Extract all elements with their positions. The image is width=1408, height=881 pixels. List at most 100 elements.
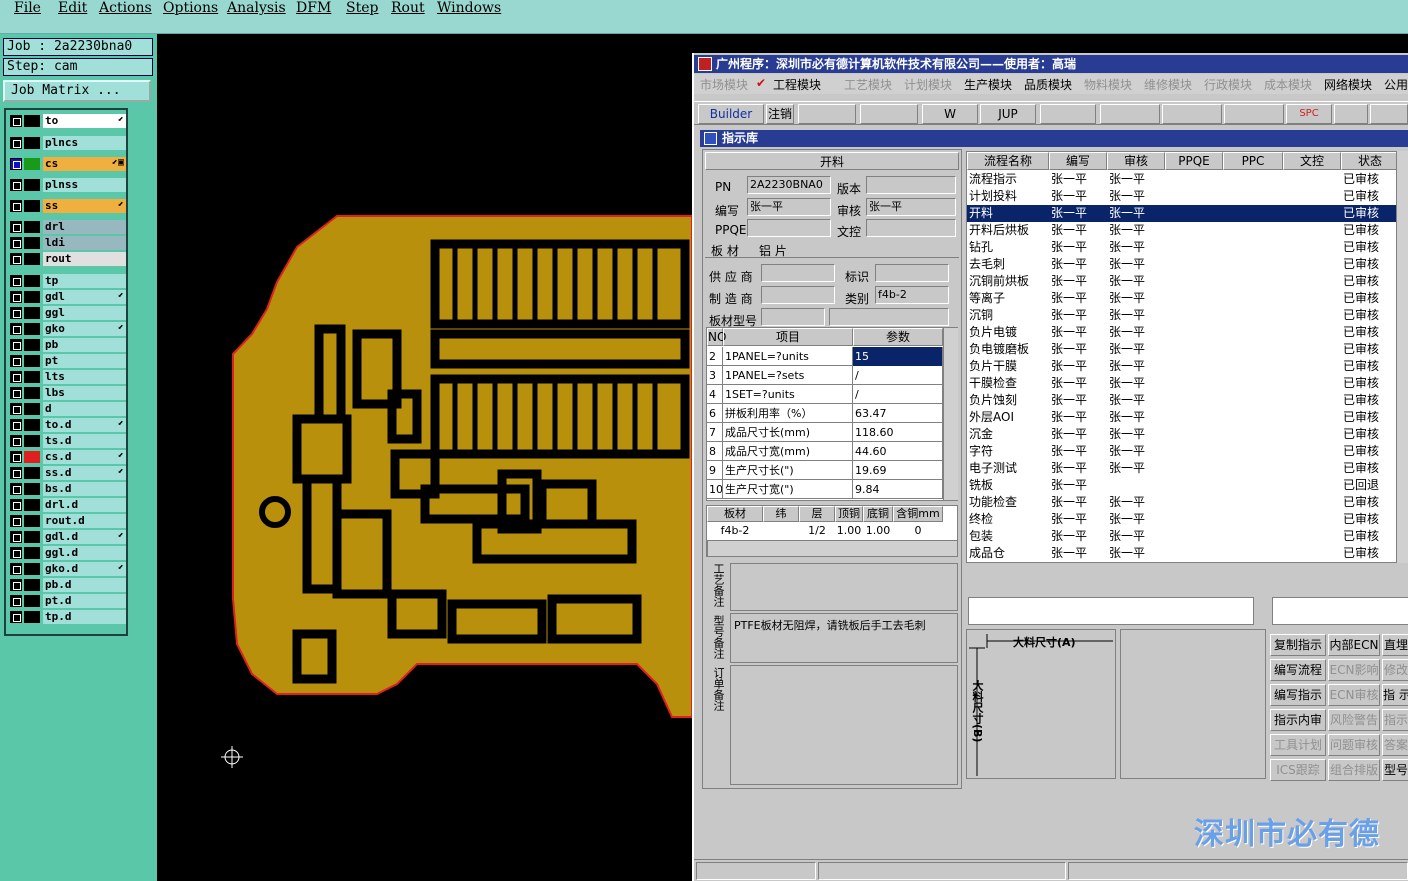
- flow-row[interactable]: 干膜检查 张一平 张一平 已审核: [967, 375, 1399, 392]
- param-scrollbar[interactable]: [943, 328, 958, 500]
- menu-windows[interactable]: Windows: [437, 0, 501, 16]
- layer-row[interactable]: to ⬋: [8, 114, 126, 128]
- layer-row[interactable]: gdl.d ⬋: [8, 530, 126, 544]
- layer-color-swatch[interactable]: [24, 253, 40, 265]
- layer-row[interactable]: d: [8, 402, 126, 416]
- layer-checkbox[interactable]: [10, 237, 22, 249]
- layer-checkbox[interactable]: [10, 595, 22, 607]
- flow-row[interactable]: 开料后烘板 张一平 张一平 已审核: [967, 222, 1399, 239]
- action-button[interactable]: 内部ECN: [1328, 634, 1380, 656]
- flow-row[interactable]: 字符 张一平 张一平 已审核: [967, 443, 1399, 460]
- layer-row[interactable]: ts.d: [8, 434, 126, 448]
- module-tab[interactable]: 计划模块: [904, 76, 952, 93]
- layer-name[interactable]: to: [43, 114, 126, 128]
- menu-edit[interactable]: Edit: [58, 0, 87, 16]
- layer-row[interactable]: plnss: [8, 178, 126, 192]
- layer-row[interactable]: cs.d ⬋: [8, 450, 126, 464]
- action-button[interactable]: 答案: [1382, 734, 1408, 756]
- layer-color-swatch[interactable]: [24, 419, 40, 431]
- layer-name[interactable]: pb.d: [43, 578, 126, 592]
- toolbar-button[interactable]: [1370, 104, 1408, 124]
- flow-row[interactable]: 外层AOI 张一平 张一平 已审核: [967, 409, 1399, 426]
- param-cell[interactable]: 19.69: [853, 461, 943, 480]
- layer-color-swatch[interactable]: [24, 467, 40, 479]
- flow-header-cell[interactable]: PPC: [1223, 152, 1283, 170]
- layer-row[interactable]: cs ⬋▣: [8, 157, 126, 171]
- param-cell[interactable]: 118.60: [853, 423, 943, 442]
- action-button[interactable]: 指示内审: [1270, 709, 1326, 731]
- layer-name[interactable]: ts.d: [43, 434, 126, 448]
- layer-checkbox[interactable]: [10, 547, 22, 559]
- module-tab[interactable]: 工程模块: [773, 76, 821, 93]
- layer-checkbox[interactable]: [10, 483, 22, 495]
- layer-row[interactable]: ss ⬋: [8, 199, 126, 213]
- layer-name[interactable]: rout: [43, 252, 126, 266]
- flow-row[interactable]: 等离子 张一平 张一平 已审核: [967, 290, 1399, 307]
- layer-row[interactable]: tp: [8, 274, 126, 288]
- flow-row[interactable]: 钻孔 张一平 张一平 已审核: [967, 239, 1399, 256]
- layer-name[interactable]: pt.d: [43, 594, 126, 608]
- layer-checkbox[interactable]: [10, 115, 22, 127]
- layer-row[interactable]: drl.d: [8, 498, 126, 512]
- toolbar-button[interactable]: [798, 104, 856, 124]
- layer-name[interactable]: lts: [43, 370, 126, 384]
- layer-color-swatch[interactable]: [24, 158, 40, 170]
- module-tab[interactable]: 公用: [1384, 76, 1408, 93]
- layer-color-swatch[interactable]: [24, 403, 40, 415]
- flow-row[interactable]: 包装 张一平 张一平 已审核: [967, 528, 1399, 545]
- layer-color-swatch[interactable]: [24, 451, 40, 463]
- layer-name[interactable]: tp.d: [43, 610, 126, 624]
- toolbar-button[interactable]: 注销: [766, 104, 794, 124]
- toolbar-button[interactable]: [1040, 104, 1096, 124]
- toolbar-button[interactable]: [1224, 104, 1284, 124]
- toolbar-button[interactable]: [1334, 104, 1368, 124]
- layer-checkbox[interactable]: [10, 499, 22, 511]
- flow-header-cell[interactable]: 审核: [1107, 152, 1165, 170]
- board-cell[interactable]: f4b-2: [707, 523, 763, 539]
- flow-row[interactable]: 开料 张一平 张一平 已审核: [967, 205, 1399, 222]
- layer-name[interactable]: ldi: [43, 236, 126, 250]
- action-button[interactable]: 型号: [1382, 759, 1408, 781]
- layer-row[interactable]: pt: [8, 354, 126, 368]
- flow-row[interactable]: 计划投料 张一平 张一平 已审核: [967, 188, 1399, 205]
- param-cell[interactable]: 63.47: [853, 404, 943, 423]
- layer-row[interactable]: pt.d: [8, 594, 126, 608]
- layer-name[interactable]: plncs: [43, 136, 126, 150]
- layer-color-swatch[interactable]: [24, 483, 40, 495]
- model-field[interactable]: [761, 308, 825, 326]
- layer-name[interactable]: plnss: [43, 178, 126, 192]
- layer-name[interactable]: pb: [43, 338, 126, 352]
- param-row[interactable]: 8 成品尺寸宽(mm) 44.60: [707, 442, 943, 461]
- action-button[interactable]: ICS跟踪: [1270, 759, 1326, 781]
- menu-actions[interactable]: Actions: [99, 0, 152, 16]
- layer-row[interactable]: ldi: [8, 236, 126, 250]
- layer-color-swatch[interactable]: [24, 579, 40, 591]
- param-cell[interactable]: 44.60: [853, 442, 943, 461]
- layer-checkbox[interactable]: [10, 403, 22, 415]
- layer-name[interactable]: drl: [43, 220, 126, 234]
- layer-name[interactable]: drl.d: [43, 498, 126, 512]
- board-cell[interactable]: 1.00: [835, 523, 863, 539]
- layer-name[interactable]: rout.d: [43, 514, 126, 528]
- toolbar-button[interactable]: Builder: [698, 104, 764, 124]
- layer-name[interactable]: to.d: [43, 418, 126, 432]
- layer-color-swatch[interactable]: [24, 275, 40, 287]
- layer-color-swatch[interactable]: [24, 137, 40, 149]
- review-field[interactable]: 张一平: [866, 198, 956, 216]
- layer-color-swatch[interactable]: [24, 307, 40, 319]
- param-cell[interactable]: /: [853, 385, 943, 404]
- layer-row[interactable]: to.d ⬋: [8, 418, 126, 432]
- layer-name[interactable]: pt: [43, 354, 126, 368]
- layer-color-swatch[interactable]: [24, 371, 40, 383]
- param-row[interactable]: 10 生产尺寸宽(") 9.84: [707, 480, 943, 499]
- module-tab[interactable]: 物料模块: [1084, 76, 1132, 93]
- layer-row[interactable]: gko.d ⬋: [8, 562, 126, 576]
- layer-name[interactable]: d: [43, 402, 126, 416]
- layer-name[interactable]: ss: [43, 199, 126, 213]
- layer-name[interactable]: ss.d: [43, 466, 126, 480]
- pn-field[interactable]: 2A2230BNA0: [747, 176, 831, 194]
- layer-row[interactable]: bs.d: [8, 482, 126, 496]
- param-row[interactable]: 9 生产尺寸长(") 19.69: [707, 461, 943, 480]
- layer-color-swatch[interactable]: [24, 115, 40, 127]
- menu-dfm[interactable]: DFM: [296, 0, 331, 16]
